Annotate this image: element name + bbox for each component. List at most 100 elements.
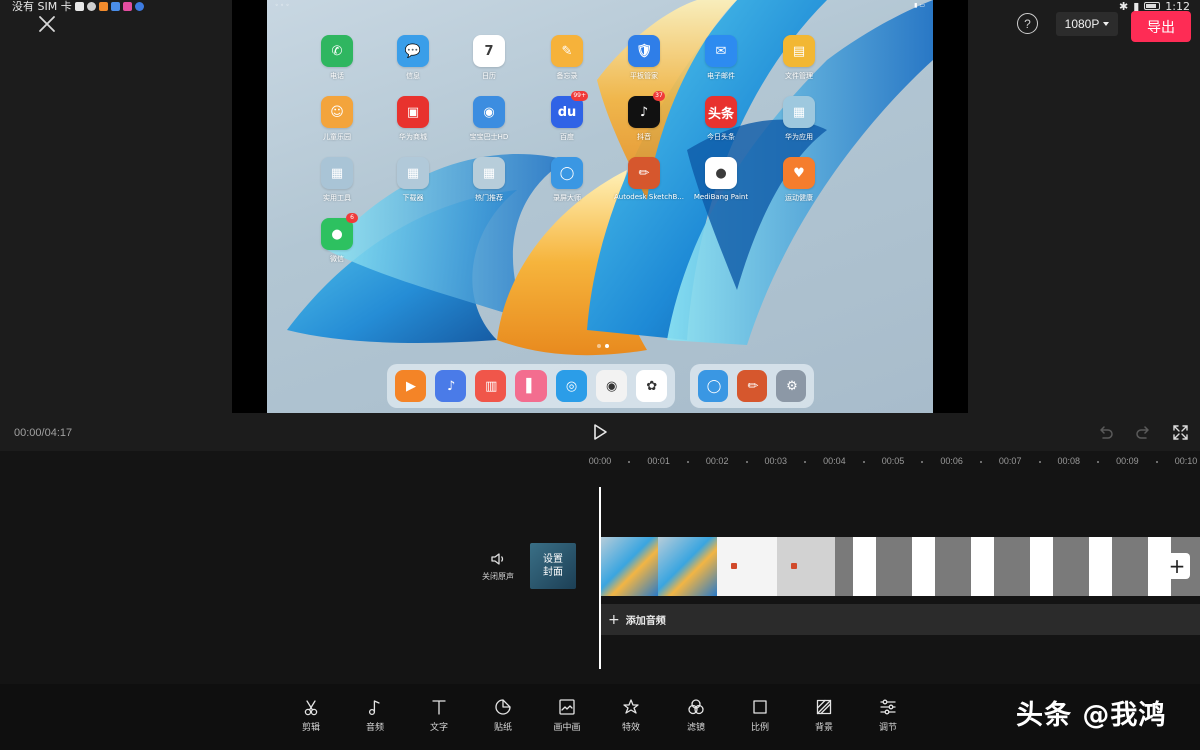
cover-label: 设置封面 xyxy=(543,554,563,578)
app-notification-icon xyxy=(122,1,132,11)
redo-icon[interactable] xyxy=(1135,424,1152,441)
app-icon: 🛡 xyxy=(628,35,660,67)
toolbar-item-4[interactable]: 贴纸 xyxy=(478,698,528,733)
speaker-icon xyxy=(491,553,504,565)
video-app-icon: ▶ xyxy=(395,370,427,402)
app-label: 运动健康 xyxy=(785,194,813,202)
app-label: MediBang Paint xyxy=(693,193,749,201)
resolution-dropdown[interactable]: 1080P xyxy=(1056,12,1118,36)
tablet-status-right: ▮ ▭ xyxy=(914,2,925,9)
sketchbook-app-icon: ✏ xyxy=(737,370,767,402)
toolbar-item-1[interactable]: 剪辑 xyxy=(286,698,336,733)
ruler-dot xyxy=(1097,461,1100,463)
sticker-icon xyxy=(495,699,511,715)
app-label: 微信 xyxy=(330,255,344,263)
app-label: 下载器 xyxy=(402,194,424,202)
export-button[interactable]: 导出 xyxy=(1131,11,1191,42)
tablet-dock-right: ◯ ✏ ⚙ xyxy=(690,364,814,408)
page-indicator xyxy=(597,344,609,348)
tablet-app: ▣ 华为商城 xyxy=(383,96,443,142)
tablet-app: ✏ Autodesk SketchB... xyxy=(614,157,684,201)
close-icon[interactable] xyxy=(36,13,58,35)
ruler-tick-label: 00:07 xyxy=(998,456,1022,466)
undo-icon[interactable] xyxy=(1097,424,1114,441)
tablet-app: ✉ 电子邮件 xyxy=(691,35,751,81)
app-icon: ✎ xyxy=(551,35,583,67)
add-audio-button[interactable]: + 添加音频 xyxy=(600,604,1200,635)
clip-thumbnail xyxy=(658,537,717,596)
timecode: 00:00/04:17 xyxy=(14,427,73,439)
toolbar-item-label: 背景 xyxy=(814,723,833,733)
tablet-app: ▦ 热门推荐 xyxy=(459,157,519,203)
time-ruler[interactable]: 00:00 00:01 00:02 00:03 00:04 00:05 00:06 00:07… xyxy=(0,451,1200,473)
toolbar-item-label: 文字 xyxy=(429,723,448,733)
clip-thumbnail xyxy=(717,537,777,596)
app-badge: 99+ xyxy=(571,91,588,101)
tablet-app: ● MediBang Paint xyxy=(691,157,751,201)
tablet-app: ✆ 电话 xyxy=(307,35,367,81)
video-track[interactable] xyxy=(600,537,1200,596)
ruler-tick-label: 00:10 xyxy=(1174,456,1198,466)
app-icon: ▦ xyxy=(321,157,353,189)
toolbar-item-7[interactable]: 滤镜 xyxy=(671,698,721,733)
toolbar-item-3[interactable]: 文字 xyxy=(414,698,464,733)
app-icon: ✉ xyxy=(705,35,737,67)
toolbar-item-2[interactable]: 音频 xyxy=(350,698,400,733)
theme-app-icon: ▌ xyxy=(515,370,547,402)
filter-icon xyxy=(688,699,704,715)
ruler-dot xyxy=(1038,461,1041,463)
toolbar-item-6[interactable]: 特效 xyxy=(606,698,656,733)
add-clip-button[interactable]: + xyxy=(1164,553,1190,579)
app-icon: ◉ xyxy=(473,96,505,128)
toolbar-item-8[interactable]: 比例 xyxy=(735,698,785,733)
timeline-panel[interactable]: 00:00 00:01 00:02 00:03 00:04 00:05 00:06 00:07… xyxy=(0,451,1200,684)
ruler-tick-label: 00:06 xyxy=(940,456,963,466)
clip-thumbnail xyxy=(1030,537,1053,596)
app-icon: 💬 xyxy=(397,35,429,67)
app-label: 今日头条 xyxy=(707,133,735,141)
tablet-app: ✎ 备忘录 xyxy=(537,35,597,81)
fullscreen-icon[interactable] xyxy=(1172,424,1189,441)
ruler-dot xyxy=(745,461,748,463)
tablet-app: ◯ 录屏大师 xyxy=(537,157,597,203)
clip-thumbnail xyxy=(994,537,1030,596)
app-label: 平板管家 xyxy=(630,72,658,80)
clip-thumbnail xyxy=(1053,537,1089,596)
app-label: 信息 xyxy=(406,72,420,80)
toolbar-item-label: 滤镜 xyxy=(686,723,705,733)
playhead[interactable] xyxy=(599,487,601,669)
plus-icon: + xyxy=(608,611,620,628)
ratio-icon xyxy=(753,700,767,714)
app-icon: 头条 xyxy=(705,96,737,128)
help-button[interactable]: ? xyxy=(1017,13,1038,34)
ruler-dot xyxy=(686,461,689,463)
tablet-app: 💬 信息 xyxy=(383,35,443,81)
tablet-app: du 99+ 百度 xyxy=(537,91,597,142)
mute-original-audio-button[interactable]: 关闭原声 xyxy=(479,552,517,582)
app-icon: du 99+ xyxy=(551,91,588,128)
toolbar-item-9[interactable]: 背景 xyxy=(799,698,849,733)
tablet-app: ▦ 华为应用 xyxy=(769,96,829,142)
tablet-app: 头条 今日头条 xyxy=(691,96,751,142)
ruler-dot xyxy=(1155,461,1158,463)
ruler-tick-label: 00:02 xyxy=(705,456,729,466)
notification-icon xyxy=(74,1,84,11)
wifi-icon xyxy=(86,1,96,11)
play-icon[interactable] xyxy=(590,422,610,442)
settings-app-icon: ⚙ xyxy=(776,370,806,402)
video-preview[interactable]: ◦ ◦ ◦ ▮ ▭ ✆ 电话 💬 信息 7 日历 ✎ 备忘录 🛡 平板管家 ✉ 电子邮件 ▤ 文件管理 ☺ 儿… xyxy=(232,0,968,413)
set-cover-button[interactable]: 设置封面 xyxy=(530,543,576,589)
browser-app-icon: ◎ xyxy=(555,370,587,402)
app-label: 日历 xyxy=(482,72,496,80)
tablet-status-left: ◦ ◦ ◦ xyxy=(275,2,290,9)
app-icon: 7 xyxy=(473,35,505,67)
gallery-app-icon: ✿ xyxy=(635,370,667,402)
screen-recorder-app-icon: ◯ xyxy=(698,370,728,402)
app-icon: ♪ 37 xyxy=(628,91,665,128)
toolbar-item-10[interactable]: 调节 xyxy=(863,698,913,733)
tablet-app: 7 日历 xyxy=(459,35,519,81)
text-icon xyxy=(432,700,446,715)
clip-thumbnail xyxy=(1089,537,1112,596)
clip-thumbnail xyxy=(876,537,912,596)
toolbar-item-5[interactable]: 画中画 xyxy=(542,698,592,733)
